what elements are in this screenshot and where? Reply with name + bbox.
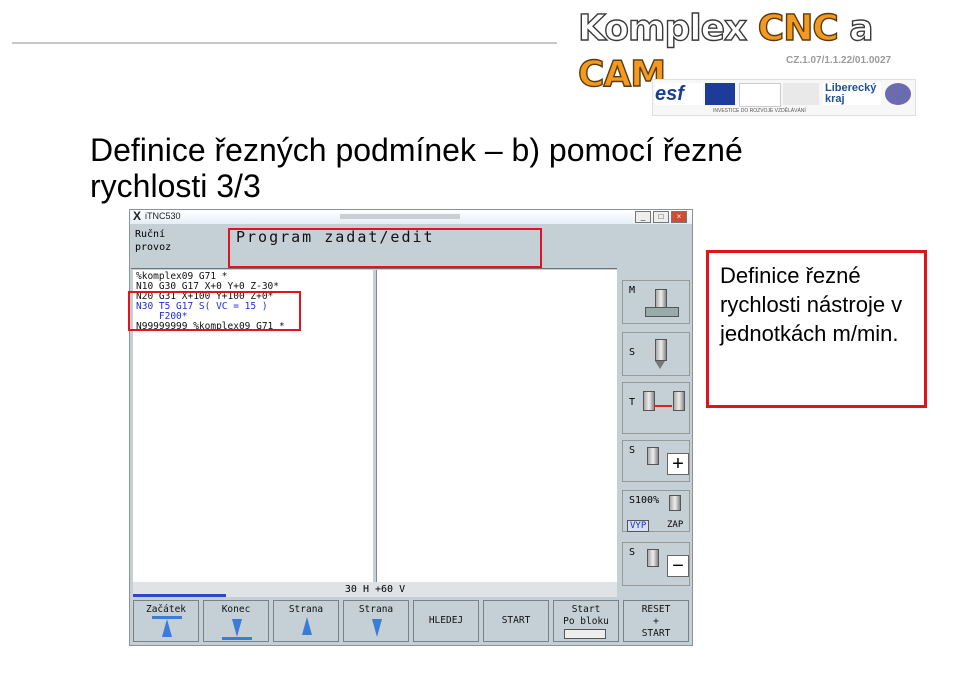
app-name: iTNC530: [145, 211, 181, 221]
arrow-down-icon: [372, 619, 382, 637]
softkey-start[interactable]: START: [483, 600, 549, 642]
logo-word-komplex: Komplex: [577, 7, 758, 49]
tool-icon: [655, 339, 667, 361]
tool-change-icon: [643, 391, 655, 411]
partner-logos: esf Liberecký kraj INVESTICE DO ROZVOJE …: [652, 79, 916, 116]
spindle-plus-icon: [647, 447, 659, 465]
close-button[interactable]: ×: [671, 211, 687, 223]
maximize-button[interactable]: □: [653, 211, 669, 223]
progress-indicator: [133, 594, 226, 597]
itnc-window: X iTNC530 _ □ × Ruční provoz Program zad…: [129, 209, 693, 646]
separator: [131, 268, 617, 269]
softkey-zacatek[interactable]: Začátek: [133, 600, 199, 642]
softkey-hledej[interactable]: HLEDEJ: [413, 600, 479, 642]
tool-change-icon-2: [673, 391, 685, 411]
softkey-t[interactable]: T: [622, 382, 690, 434]
softkey-bar: Začátek Konec Strana Strana HLEDEJ START…: [131, 598, 691, 644]
logo-word-a: a: [837, 7, 875, 49]
softkey-s-plus-label: S: [629, 445, 636, 456]
plus-icon: +: [667, 453, 689, 475]
softkey-s-minus[interactable]: S −: [622, 542, 690, 586]
softkey-label: Strana: [358, 604, 394, 615]
zap-label: ZAP: [667, 520, 684, 530]
softkey-label: Po bloku: [563, 616, 609, 627]
softkey-s-plus[interactable]: S +: [622, 440, 690, 482]
softkey-label: +: [653, 616, 659, 627]
graphics-pane: [376, 270, 617, 588]
esf-logo: esf: [655, 83, 703, 105]
callout-text: Definice řezné rychlosti nástroje v jedn…: [720, 263, 903, 346]
softkey-m[interactable]: M: [622, 280, 690, 324]
eu-flag-icon: [705, 83, 735, 105]
project-code: CZ.1.07/1.1.22/01.0027: [786, 55, 892, 66]
university-logo: [885, 83, 911, 105]
arrow-up-icon: [302, 617, 312, 635]
exchange-arrow-icon: [654, 405, 672, 407]
softkey-label: Konec: [221, 604, 251, 615]
softkey-label: HLEDEJ: [428, 615, 464, 626]
oppa-logo: [783, 83, 819, 105]
softkey-s[interactable]: S: [622, 332, 690, 376]
softkey-label: Začátek: [145, 604, 187, 615]
softkey-label: START: [641, 628, 671, 639]
window-caption: [340, 214, 460, 219]
softkey-konec[interactable]: Konec: [203, 600, 269, 642]
edit-mode-highlight: [228, 228, 542, 268]
softkey-s-label: S: [629, 347, 636, 358]
arrow-down-icon: [232, 619, 242, 637]
liberecky-kraj-logo: Liberecký kraj: [823, 83, 881, 105]
softkey-strana-up[interactable]: Strana: [273, 600, 339, 642]
bottom-bar-icon: [222, 637, 252, 640]
slide-title: Definice řezných podmínek – b) pomocí ře…: [90, 132, 743, 204]
operating-mode: Ruční provoz: [131, 224, 229, 268]
softkey-label: START: [501, 615, 531, 626]
softkey-s-minus-label: S: [629, 547, 636, 558]
vyp-label: VYP: [627, 520, 650, 532]
window-titlebar: X iTNC530 _ □ ×: [130, 209, 692, 224]
mode-line-1: Ruční: [135, 229, 166, 240]
spindle-icon: [655, 289, 667, 309]
table-icon: [645, 307, 679, 317]
msmt-logo: [739, 83, 781, 107]
softkey-s100[interactable]: S100% VYP ZAP: [622, 490, 690, 532]
softkey-label: Start: [571, 604, 601, 615]
minimize-button[interactable]: _: [635, 211, 651, 223]
softkey-t-label: T: [629, 397, 636, 408]
program-line-highlight: [128, 291, 301, 331]
mode-line-2: provoz: [135, 242, 172, 253]
spindle-override-icon: [669, 495, 681, 511]
softkey-label: RESET: [641, 604, 671, 615]
block-icon: [564, 629, 606, 639]
softkey-s100-label: S100%: [629, 495, 660, 506]
logo-word-cnc: CNC: [757, 7, 839, 49]
minus-icon: −: [667, 555, 689, 577]
softkey-reset-start[interactable]: RESET + START: [623, 600, 689, 642]
softkey-strana-down[interactable]: Strana: [343, 600, 409, 642]
tool-tip-icon: [655, 361, 665, 369]
header-divider: [12, 42, 557, 44]
x-app-icon: X: [133, 209, 142, 223]
spindle-minus-icon: [647, 549, 659, 567]
softkey-label: Strana: [288, 604, 324, 615]
komplex-cnc-cam-logo: Komplex CNC a CAM: [577, 6, 918, 95]
softkey-start-po-bloku[interactable]: Start Po bloku: [553, 600, 619, 642]
explanation-callout: Definice řezné rychlosti nástroje v jedn…: [706, 250, 927, 408]
softkey-m-label: M: [629, 285, 636, 296]
investice-note: INVESTICE DO ROZVOJE VZDĚLÁVÁNÍ: [713, 108, 806, 114]
arrow-up-icon: [162, 619, 172, 637]
